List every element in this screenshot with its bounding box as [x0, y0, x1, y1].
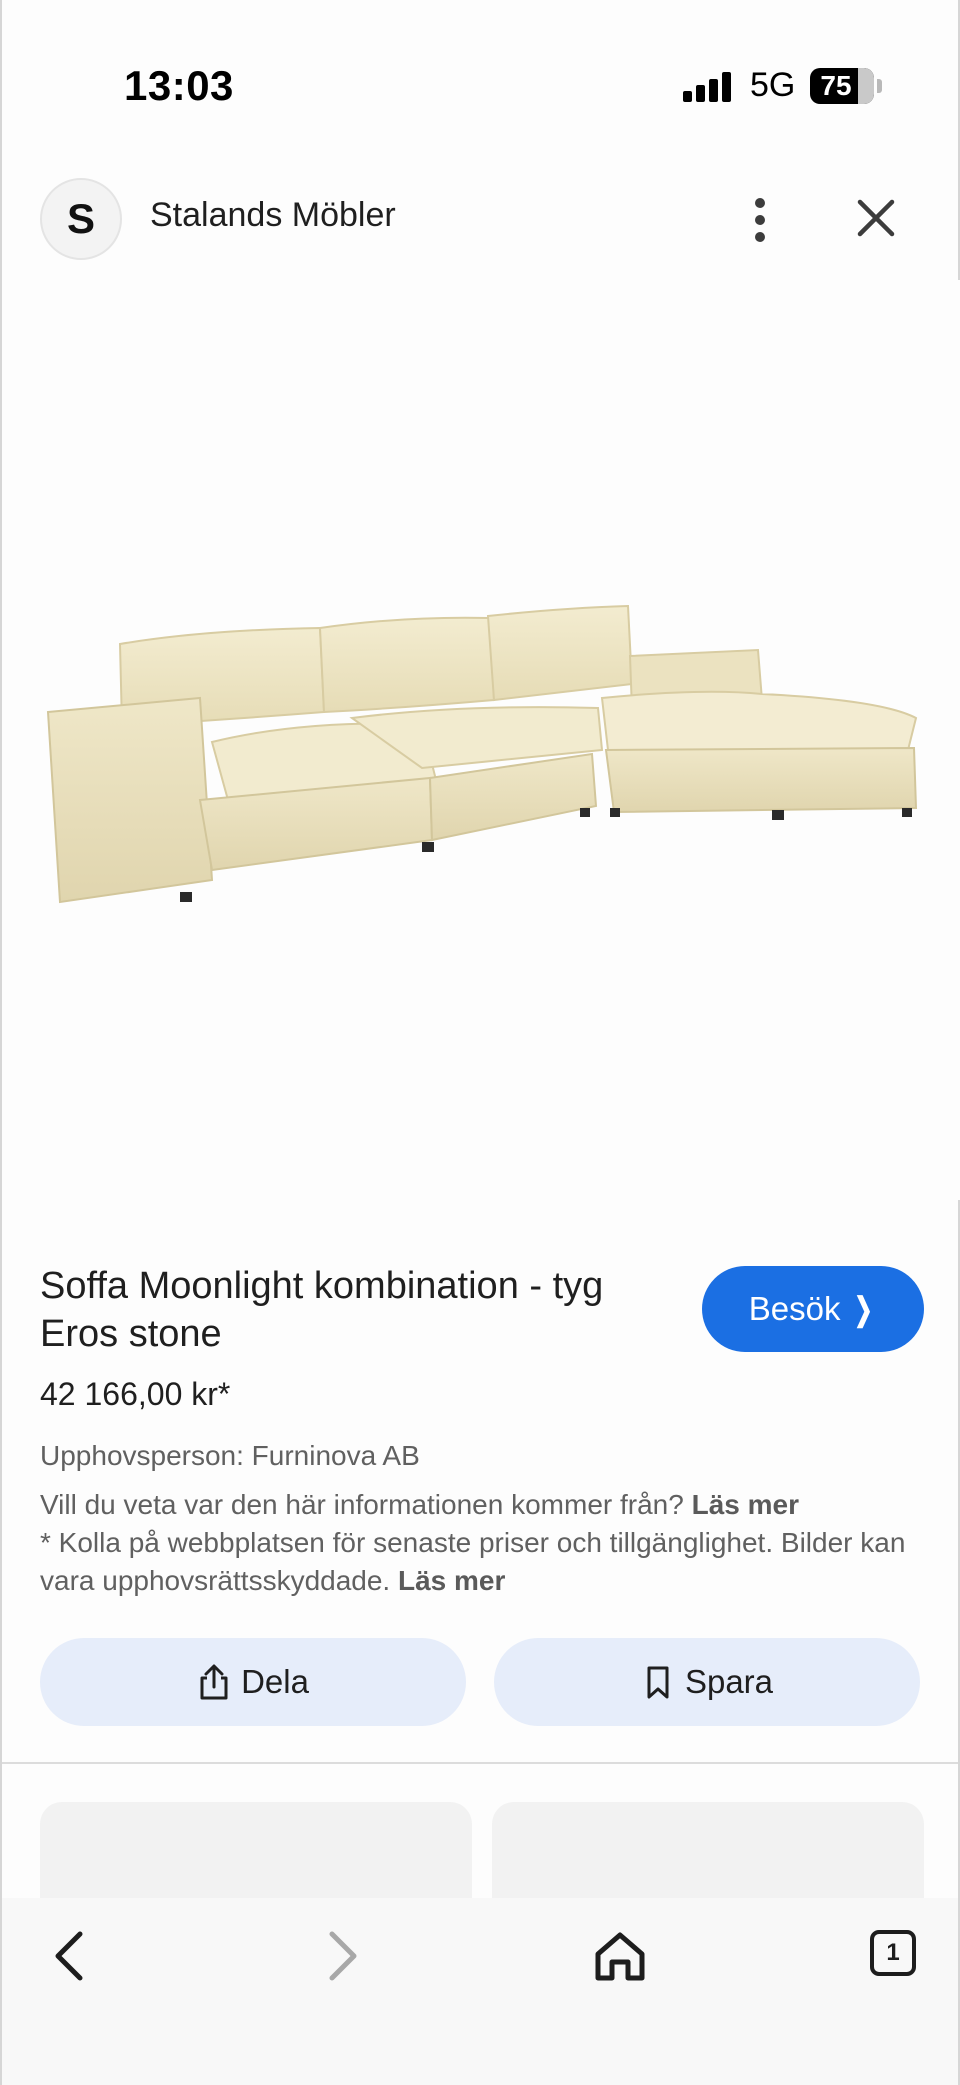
- back-icon[interactable]: [30, 1920, 110, 1990]
- status-bar: 13:03 5G 75: [2, 0, 958, 170]
- product-image[interactable]: [2, 280, 960, 1200]
- save-label: Spara: [684, 1663, 774, 1700]
- visit-button[interactable]: Besök ❯: [702, 1266, 924, 1352]
- visit-label: Besök: [748, 1290, 841, 1327]
- battery-icon: 75: [810, 68, 874, 104]
- signal-icon: [683, 72, 733, 102]
- share-button[interactable]: Dela: [40, 1638, 466, 1726]
- chevron-right-icon: ❯: [854, 1291, 874, 1327]
- divider: [2, 1762, 958, 1764]
- bottom-toolbar: 1: [2, 1898, 958, 2085]
- close-icon[interactable]: [850, 192, 902, 244]
- disclaimer: Vill du veta var den här informationen k…: [40, 1486, 920, 1600]
- product-title: Soffa Moonlight kombination - tyg Eros s…: [40, 1265, 604, 1355]
- battery-level: 75: [820, 70, 852, 101]
- read-more-link[interactable]: Läs mer: [692, 1489, 799, 1520]
- page: 13:03 5G 75 S Stalands Möbler Soffa Moon…: [0, 0, 960, 2085]
- forward-icon[interactable]: [302, 1920, 382, 1990]
- share-label: Dela: [241, 1663, 309, 1700]
- info-question: Vill du veta var den här informationen k…: [40, 1489, 684, 1520]
- read-more-link-2[interactable]: Läs mer: [398, 1565, 505, 1596]
- site-header: S Stalands Möbler: [2, 170, 958, 270]
- home-icon[interactable]: [580, 1920, 660, 1990]
- site-name[interactable]: Stalands Möbler: [150, 196, 396, 235]
- tabs-icon[interactable]: 1: [870, 1930, 916, 1976]
- bookmark-icon: [647, 1666, 669, 1699]
- network-label: 5G: [750, 66, 796, 104]
- product-price: 42 166,00 kr*: [40, 1376, 231, 1412]
- status-time: 13:03: [124, 62, 234, 109]
- site-avatar[interactable]: S: [40, 178, 122, 260]
- more-vert-icon[interactable]: [740, 190, 780, 250]
- image-credit: Upphovsperson: Furninova AB: [40, 1440, 420, 1471]
- share-icon: [200, 1664, 228, 1700]
- save-button[interactable]: Spara: [494, 1638, 920, 1726]
- battery-cap: [877, 79, 882, 93]
